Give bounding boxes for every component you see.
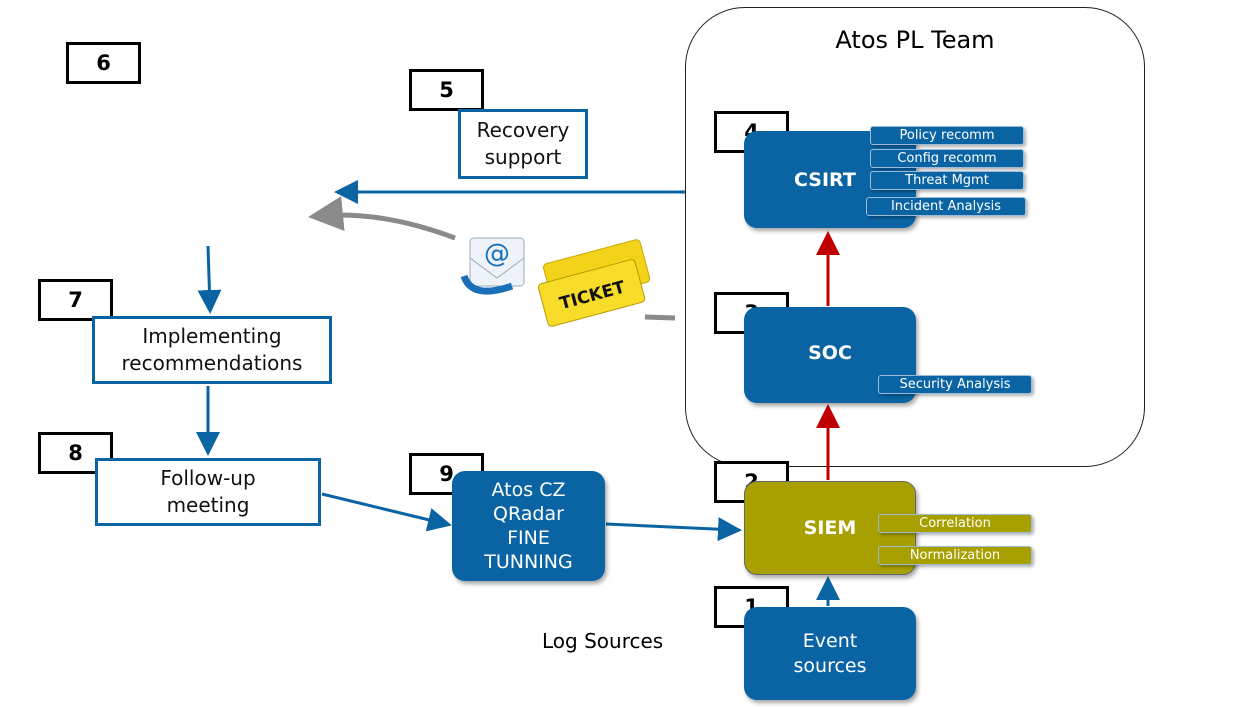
arrow-9-to-siem xyxy=(605,517,742,542)
tab-incident-analysis: Incident Analysis xyxy=(866,197,1026,216)
arrow-8-to-9 xyxy=(321,492,452,532)
tab-threat-mgmt: Threat Mgmt xyxy=(870,171,1024,190)
tab-policy-recomm: Policy recomm xyxy=(870,126,1024,145)
event-sources-box: Event sources xyxy=(744,607,916,700)
svg-text:@: @ xyxy=(484,239,510,269)
step-number-7: 7 xyxy=(38,279,113,321)
arrow-gray-ticket xyxy=(644,314,676,321)
step-number-6: 6 xyxy=(66,42,141,84)
implementing-recommendations-box: Implementing recommendations xyxy=(92,316,332,384)
log-sources-label: Log Sources xyxy=(542,629,664,653)
atos-cz-qradar-box: Atos CZ QRadar FINE TUNNING xyxy=(452,471,605,581)
tab-security-analysis: Security Analysis xyxy=(878,375,1032,394)
ticket-icon: TICKET xyxy=(537,239,651,327)
tab-correlation: Correlation xyxy=(878,514,1032,533)
tab-config-recomm: Config recomm xyxy=(870,149,1024,168)
email-icon: @ xyxy=(460,237,525,295)
recovery-support-box: Recovery support xyxy=(458,109,588,179)
arrow-gray-notification xyxy=(308,196,456,241)
follow-up-meeting-box: Follow-up meeting xyxy=(95,458,321,526)
arrow-6-to-7 xyxy=(197,245,222,314)
tab-normalization: Normalization xyxy=(878,546,1032,565)
step-number-5: 5 xyxy=(409,69,484,111)
